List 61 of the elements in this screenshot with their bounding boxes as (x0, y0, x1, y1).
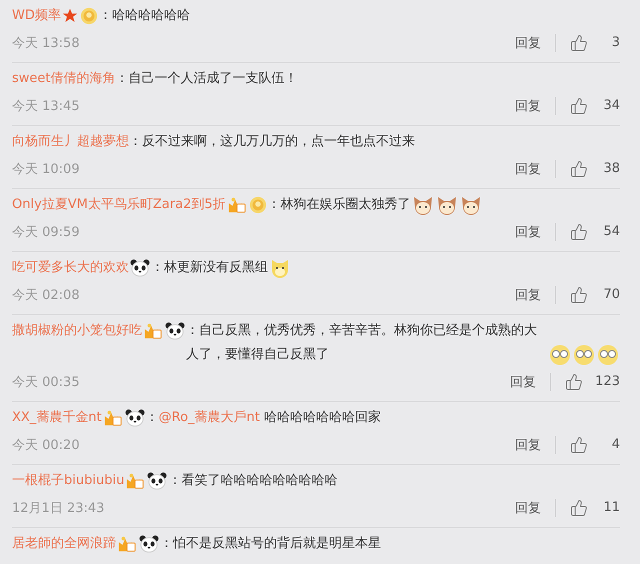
medal-icon (80, 7, 98, 25)
like-button[interactable]: 123 (551, 372, 620, 390)
comment-time: 今天 10:09 (12, 160, 80, 178)
comment-text: ：怕不是反黑站号的背后就是明星本星 (160, 535, 381, 553)
like-button[interactable]: 34 (556, 96, 620, 114)
like-button[interactable]: 70 (556, 286, 620, 304)
fan-badge-icon (143, 322, 163, 340)
glasses-face-icon (549, 344, 571, 366)
comment-text: ：反不过来啊，这几万几万的，点一年也点不过来 (129, 133, 415, 151)
like-button[interactable]: 4 (556, 436, 620, 454)
reply-link[interactable]: 回复 (515, 34, 556, 52)
cat-face-icon (460, 194, 482, 216)
comment-time: 今天 00:35 (12, 374, 80, 390)
comment-time: 今天 13:58 (12, 34, 80, 52)
fan-badge-icon (102, 409, 123, 427)
comment-text: ：林更新没有反黑组 (151, 259, 268, 277)
thumbs-up-icon (570, 34, 588, 52)
comment-text: ：自己反黑，优秀优秀，辛苦辛苦。林狗你已经是个成熟的大人了，要懂得自己反黑了 (186, 322, 538, 364)
reply-link[interactable]: 回复 (510, 372, 552, 390)
reply-link[interactable]: 回复 (515, 222, 556, 240)
comment-text: ：哈哈哈哈哈哈 (98, 7, 190, 25)
thumbs-up-icon (570, 498, 588, 516)
comment-text: ：@Ro_蕎農大戶nt 哈哈哈哈哈哈哈回家 (146, 409, 382, 427)
star-icon (62, 8, 78, 24)
thumbs-up-icon (565, 372, 584, 390)
thumbs-up-icon (570, 222, 588, 240)
fan-badge-icon (117, 535, 137, 553)
thumbs-up-icon (570, 286, 588, 304)
comment-time: 今天 13:45 (12, 98, 80, 114)
comment-text: ：看笑了哈哈哈哈哈哈哈哈哈 (168, 472, 338, 490)
reply-link[interactable]: 回复 (515, 160, 556, 178)
reply-link[interactable]: 回复 (515, 286, 556, 304)
like-button[interactable]: 11 (556, 498, 620, 516)
comment-time: 今天 02:08 (12, 286, 80, 304)
like-button[interactable]: 54 (556, 222, 620, 240)
thumbs-up-icon (570, 160, 588, 178)
comment-time: 今天 09:59 (12, 224, 80, 240)
comment-text: ：自己一个人活成了一支队伍！ (116, 70, 298, 88)
reply-link[interactable]: 回复 (515, 436, 556, 454)
panda-icon (124, 409, 145, 427)
fan-badge-icon (125, 472, 146, 490)
comment-time: 12月1日 23:43 (12, 500, 104, 516)
glasses-face-icon (573, 344, 595, 366)
panda-icon (165, 322, 185, 340)
like-button[interactable]: 3 (556, 34, 620, 52)
comment-text: ：林狗在娱乐圈太独秀了 (268, 196, 411, 214)
panda-icon (139, 535, 159, 553)
thumbs-up-icon (570, 96, 588, 114)
thumbs-up-icon (570, 436, 588, 454)
medal-icon (248, 196, 267, 214)
reply-link[interactable]: 回复 (515, 96, 556, 114)
panda-icon (147, 472, 168, 490)
cat-face-icon (436, 194, 458, 216)
fan-badge-icon (226, 196, 247, 214)
cat-face-icon (412, 194, 434, 216)
dog-face-icon (269, 257, 291, 279)
panda-icon (130, 259, 150, 277)
comment-time: 今天 00:20 (12, 436, 80, 454)
like-button[interactable]: 38 (556, 160, 620, 178)
reply-link[interactable]: 回复 (515, 498, 556, 516)
glasses-face-icon (597, 344, 619, 366)
